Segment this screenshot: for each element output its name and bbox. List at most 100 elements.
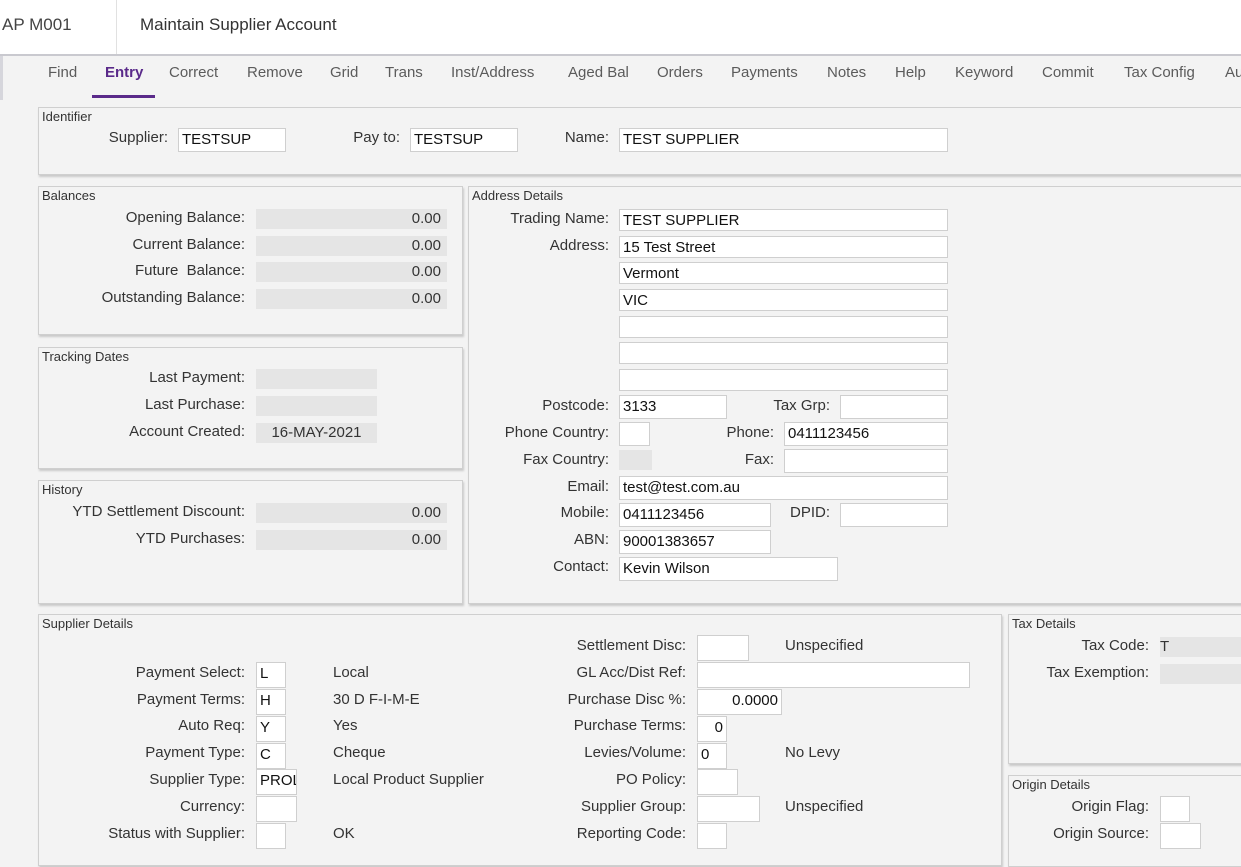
name-label: Name: [564, 129, 609, 146]
po-policy-field[interactable] [697, 769, 738, 795]
supplier-label: Supplier: [108, 129, 168, 146]
fax-country-field [619, 450, 652, 470]
origin-source-label: Origin Source: [1053, 825, 1149, 842]
current-balance-label: Current Balance: [132, 236, 245, 253]
identifier-title: Identifier [42, 109, 92, 124]
menu-remove[interactable]: Remove [247, 64, 303, 81]
phone-country-field[interactable] [619, 422, 650, 446]
menu-correct[interactable]: Correct [169, 64, 218, 81]
address-line-6[interactable] [619, 369, 948, 391]
payto-label: Pay to: [353, 129, 400, 146]
reporting-code-label: Reporting Code: [576, 825, 686, 842]
po-policy-label: PO Policy: [615, 771, 686, 788]
tax-code-value: T [1160, 637, 1241, 657]
menu-aged-bal[interactable]: Aged Bal [568, 64, 629, 81]
future-balance-label: Future Balance: [134, 262, 245, 279]
menu-payments[interactable]: Payments [731, 64, 798, 81]
supplier-type-field[interactable]: PROL [256, 769, 297, 795]
tax-exemption-value [1160, 664, 1241, 684]
ytd-purchases-label: YTD Purchases: [135, 530, 245, 547]
outstanding-balance-label: Outstanding Balance: [101, 289, 245, 306]
menu-trans[interactable]: Trans [385, 64, 423, 81]
email-field[interactable]: test@test.com.au [619, 476, 948, 500]
program-code: AP M001 [2, 15, 72, 34]
menu-orders[interactable]: Orders [657, 64, 703, 81]
abn-field[interactable]: 90001383657 [619, 530, 771, 554]
postcode-field[interactable]: 3133 [619, 395, 727, 419]
purchase-terms-label: Purchase Terms: [573, 717, 686, 734]
menu-commit[interactable]: Commit [1042, 64, 1094, 81]
trading-name-field[interactable]: TEST SUPPLIER [619, 209, 948, 231]
page-title: Maintain Supplier Account [140, 15, 337, 34]
menu-audit[interactable]: Au [1225, 64, 1241, 81]
supplier-field[interactable]: TESTSUP [178, 128, 286, 152]
email-label: Email: [567, 478, 609, 495]
menu-find[interactable]: Find [48, 64, 77, 81]
opening-balance-value: 0.00 [256, 209, 447, 229]
menu-keyword[interactable]: Keyword [955, 64, 1013, 81]
current-balance-value: 0.00 [256, 236, 447, 256]
gl-acc-dist-ref-label: GL Acc/Dist Ref: [576, 664, 686, 681]
levies-volume-field[interactable]: 0 [697, 743, 727, 769]
payment-type-field[interactable]: C [256, 743, 286, 769]
name-field[interactable]: TEST SUPPLIER [619, 128, 948, 152]
menu-grid[interactable]: Grid [330, 64, 358, 81]
tax-exemption-label: Tax Exemption: [1046, 664, 1149, 681]
menu-notes[interactable]: Notes [827, 64, 866, 81]
address-line-4[interactable] [619, 316, 948, 338]
menu-entry[interactable]: Entry [105, 64, 143, 81]
settlement-disc-desc: Unspecified [785, 637, 864, 654]
menu-bar: Find Entry Correct Remove Grid Trans Ins… [0, 56, 1241, 100]
supplier-details-title: Supplier Details [42, 616, 134, 631]
address-line-3[interactable]: VIC [619, 289, 948, 311]
status-with-supplier-desc: OK [333, 825, 355, 842]
tax-details-title: Tax Details [1012, 616, 1076, 631]
tracking-dates-title: Tracking Dates [42, 349, 129, 364]
ytd-settlement-discount-label: YTD Settlement Discount: [72, 503, 245, 520]
origin-source-field[interactable] [1160, 823, 1201, 849]
payto-field[interactable]: TESTSUP [410, 128, 518, 152]
gl-acc-dist-ref-field[interactable] [697, 662, 970, 688]
last-purchase-value [256, 396, 377, 416]
menu-inst-address[interactable]: Inst/Address [451, 64, 534, 81]
tax-grp-field[interactable] [840, 395, 948, 419]
payment-terms-desc: 30 D F-I-M-E [333, 691, 420, 708]
menu-tax-config[interactable]: Tax Config [1124, 64, 1195, 81]
purchase-disc-field[interactable]: 0.0000 [697, 689, 782, 715]
fax-field[interactable] [784, 449, 948, 473]
account-created-value: 16-MAY-2021 [256, 423, 377, 443]
origin-flag-field[interactable] [1160, 796, 1190, 822]
mobile-field[interactable]: 0411123456 [619, 503, 771, 527]
payment-select-field[interactable]: L [256, 662, 286, 688]
origin-details-panel: Origin Details [1008, 775, 1241, 867]
payment-type-label: Payment Type: [145, 744, 245, 761]
settlement-disc-field[interactable] [697, 635, 749, 661]
menu-help[interactable]: Help [895, 64, 926, 81]
ytd-settlement-discount-value: 0.00 [256, 503, 447, 523]
last-purchase-label: Last Purchase: [144, 396, 245, 413]
contact-field[interactable]: Kevin Wilson [619, 557, 838, 581]
address-line-2[interactable]: Vermont [619, 262, 948, 284]
dpid-field[interactable] [840, 503, 948, 527]
title-bar: AP M001 Maintain Supplier Account [0, 0, 1241, 56]
balances-title: Balances [42, 188, 96, 203]
status-with-supplier-field[interactable] [256, 823, 286, 849]
supplier-group-field[interactable] [697, 796, 760, 822]
outstanding-balance-value: 0.00 [256, 289, 447, 309]
active-tab-indicator [92, 95, 155, 98]
payment-terms-field[interactable]: H [256, 689, 286, 715]
address-line-1[interactable]: 15 Test Street [619, 236, 948, 258]
mobile-label: Mobile: [560, 504, 609, 521]
currency-field[interactable] [256, 796, 297, 822]
contact-label: Contact: [553, 558, 609, 575]
phone-label: Phone: [726, 424, 774, 441]
auto-req-field[interactable]: Y [256, 716, 286, 742]
payment-type-desc: Cheque [333, 744, 386, 761]
reporting-code-field[interactable] [697, 823, 727, 849]
future-balance-value: 0.00 [256, 262, 447, 282]
purchase-terms-field[interactable]: 0 [697, 716, 727, 742]
last-payment-value [256, 369, 377, 389]
phone-field[interactable]: 0411123456 [784, 422, 948, 446]
payment-terms-label: Payment Terms: [136, 691, 245, 708]
address-line-5[interactable] [619, 342, 948, 364]
